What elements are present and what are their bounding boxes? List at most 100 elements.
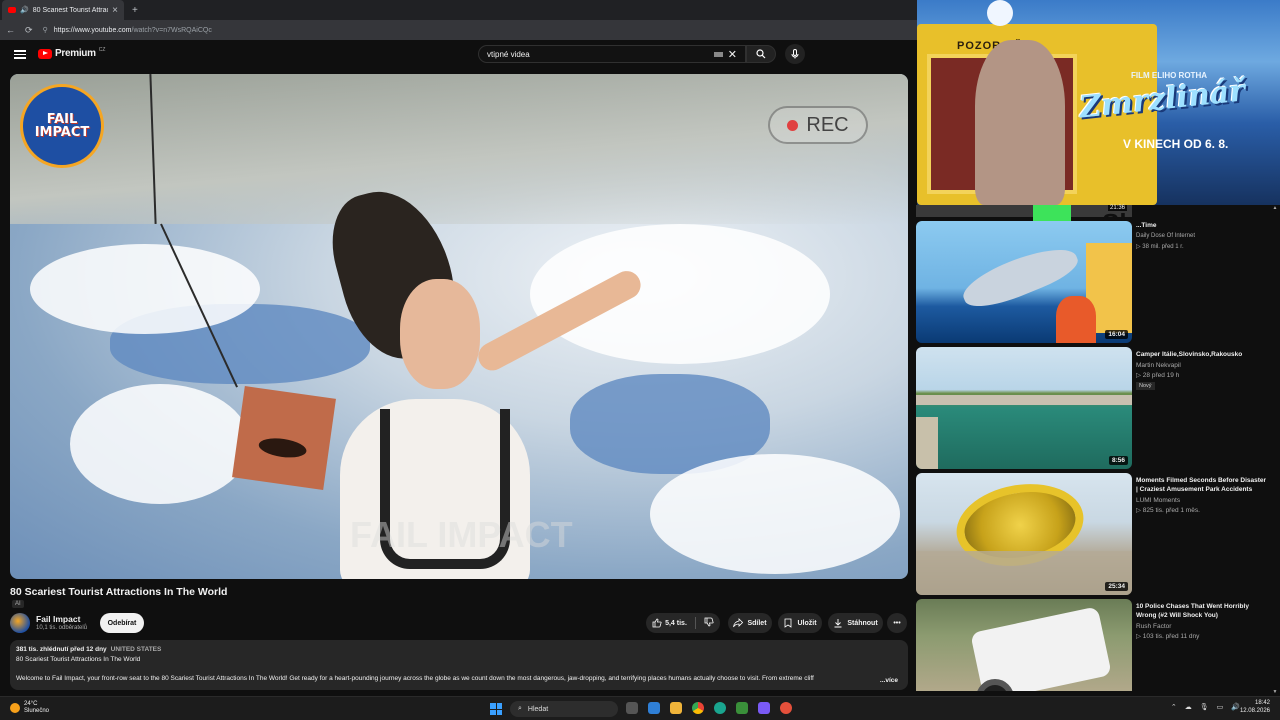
channel-logo-overlay: FAIL IMPACT <box>20 84 104 168</box>
rec-channel-name[interactable]: LUMI Moments <box>1136 497 1268 504</box>
rec-channel-name[interactable]: Martin Nekvapil <box>1136 362 1268 369</box>
rec-video-item[interactable]: 16:04 <box>916 221 1272 343</box>
weather-status: Slunečno <box>24 707 50 714</box>
rec-video-title[interactable]: Moments Filmed Seconds Before Disaster |… <box>1136 477 1268 495</box>
dislike-button[interactable] <box>704 617 714 629</box>
subscriber-count: 10,1 tis. odběratelů <box>36 625 88 631</box>
task-view-icon[interactable] <box>626 702 638 714</box>
rec-thumbnail[interactable]: 8:56 <box>916 347 1132 469</box>
rec-video-title[interactable]: 10 Police Chases That Went Horribly Wron… <box>1136 603 1268 621</box>
url-host: https://www.youtube.com <box>53 26 132 34</box>
mail-icon[interactable] <box>648 702 660 714</box>
menu-icon[interactable] <box>14 48 26 60</box>
more-actions-button[interactable]: ••• <box>887 613 907 633</box>
rec-video-item[interactable]: 8:56 Camper Itálie,Slovinsko,Rakousko Ma… <box>916 347 1272 469</box>
show-more-link[interactable]: ...více <box>875 677 898 684</box>
rec-video-item[interactable]: 10 Police Chases That Went Horribly Wron… <box>916 599 1272 691</box>
rec-indicator: REC <box>768 106 868 144</box>
tab-title: 80 Scariest Tourist Attractions <box>32 6 108 14</box>
logo-region: CZ <box>98 46 106 53</box>
cloud-icon[interactable]: ☁ <box>1185 703 1192 711</box>
browser-tab[interactable]: 🔊 80 Scariest Tourist Attractions × <box>2 0 124 20</box>
system-tray[interactable]: ⌃ ☁ 🎙 ▭ 🔊 <box>1171 703 1240 711</box>
site-info-icon[interactable]: ⚲ <box>43 26 48 34</box>
url-path: /watch?v=n7WsRQAiCQc <box>131 26 212 34</box>
clear-search-icon[interactable]: ✕ <box>728 48 737 61</box>
bookmark-icon <box>785 618 792 628</box>
video-watermark: FAIL IMPACT <box>350 514 573 555</box>
ad-character <box>975 40 1065 205</box>
video-title: 80 Scariest Tourist Attractions In The W… <box>10 586 228 598</box>
record-dot-icon <box>787 119 799 131</box>
start-menu-icon[interactable] <box>490 703 502 715</box>
speaker-icon[interactable]: 🔊 <box>20 6 29 14</box>
rec-video-title[interactable]: Camper Itálie,Slovinsko,Rakousko <box>1136 351 1268 360</box>
duration-badge: 16:04 <box>1105 330 1128 339</box>
weather-widget[interactable]: 24°C Slunečno <box>10 701 49 715</box>
download-icon <box>834 619 842 628</box>
partial-thumbnail[interactable] <box>916 205 1132 217</box>
ai-badge: AI <box>12 600 24 608</box>
search-button[interactable] <box>746 45 776 63</box>
temperature: 24°C <box>24 701 38 707</box>
rec-thumbnail[interactable] <box>916 599 1132 691</box>
rec-video-stats: ▷ 28 před 19 h <box>1136 371 1180 379</box>
sidebar-scrollbar[interactable]: ▲ ▼ <box>1272 205 1278 695</box>
clock-time: 18:42 <box>1254 700 1270 706</box>
share-icon <box>733 618 744 628</box>
reload-icon[interactable]: ⟳ <box>25 25 33 36</box>
volume-icon[interactable]: 🔊 <box>1231 703 1240 711</box>
url-field[interactable]: ⚲ https://www.youtube.com/watch?v=n7WsRQ… <box>43 23 911 37</box>
channel-name[interactable]: Fail Impact <box>36 614 80 624</box>
search-input[interactable]: vtipné videa ✕ <box>478 45 746 63</box>
movie-ad-banner[interactable]: POZOR DĚTI FILM ELIHO ROTHA Zmrzlinář V … <box>917 0 1280 205</box>
like-dislike-group: 5,4 tis. <box>646 613 720 633</box>
youtube-favicon-icon <box>8 7 16 13</box>
ad-release-date: V KINECH OD 6. 8. <box>1123 137 1229 151</box>
app-icon[interactable] <box>758 702 770 714</box>
back-arrow-icon[interactable]: ← <box>6 25 15 35</box>
clock[interactable]: 18:42 12.08.2026 <box>1240 700 1270 716</box>
youtube-play-icon <box>38 48 52 59</box>
download-button[interactable]: Stáhnout <box>828 613 883 633</box>
rec-thumbnail[interactable]: 25:34 <box>916 473 1132 595</box>
tab-close-icon[interactable]: × <box>112 5 118 16</box>
subscribe-button[interactable]: Odebírat <box>100 613 144 633</box>
rec-video-stats: ▷ 825 tis. před 1 měs. <box>1136 506 1200 514</box>
scroll-up-icon[interactable]: ▲ <box>1272 205 1278 211</box>
microphone-icon[interactable]: 🎙 <box>1200 703 1209 711</box>
search-icon: ⌕ <box>518 705 522 712</box>
taskbar-search[interactable]: ⌕ Hledat <box>510 701 618 717</box>
voice-search-button[interactable] <box>785 44 805 64</box>
display-icon[interactable]: ▭ <box>1217 703 1224 711</box>
description-box[interactable]: 381 tis. zhlédnutí před 12 dny UNITED STA… <box>10 640 908 690</box>
chevron-up-icon[interactable]: ⌃ <box>1171 703 1177 711</box>
spreadsheet-icon[interactable] <box>736 702 748 714</box>
rec-channel-name[interactable]: Rush Factor <box>1136 623 1268 630</box>
keyboard-icon[interactable] <box>713 51 723 57</box>
scroll-down-icon[interactable]: ▼ <box>1272 689 1278 695</box>
rec-video-item[interactable]: 25:34 Moments Filmed Seconds Before Disa… <box>916 473 1272 595</box>
new-badge: Nový <box>1136 381 1155 390</box>
file-explorer-icon[interactable] <box>670 702 682 714</box>
description-text: Welcome to Fail Impact, your front-row s… <box>16 675 814 682</box>
like-button[interactable]: 5,4 tis. <box>652 618 687 628</box>
description-title: 80 Scariest Tourist Attractions In The W… <box>16 656 141 663</box>
share-button[interactable]: Sdílet <box>728 613 772 633</box>
microphone-icon <box>791 49 799 59</box>
reaction-sticker <box>232 386 336 490</box>
edge-icon[interactable] <box>714 702 726 714</box>
duration-badge: 8:56 <box>1108 456 1128 465</box>
duration-badge: 25:34 <box>1105 582 1128 591</box>
chrome-icon[interactable] <box>692 702 704 714</box>
video-player[interactable]: FAIL IMPACT REC FAIL IMPACT <box>10 74 908 579</box>
rec-thumbnail[interactable]: 16:04 <box>916 221 1132 343</box>
search-value: vtipné videa <box>487 49 530 59</box>
new-tab-button[interactable]: + <box>132 5 138 16</box>
channel-avatar[interactable] <box>10 613 30 633</box>
video-frame-cloud <box>70 384 250 504</box>
save-button[interactable]: Uložit <box>778 613 822 633</box>
app-icon[interactable] <box>780 702 792 714</box>
youtube-logo[interactable]: Premium CZ <box>38 46 106 59</box>
video-frame-cloud <box>650 454 900 574</box>
